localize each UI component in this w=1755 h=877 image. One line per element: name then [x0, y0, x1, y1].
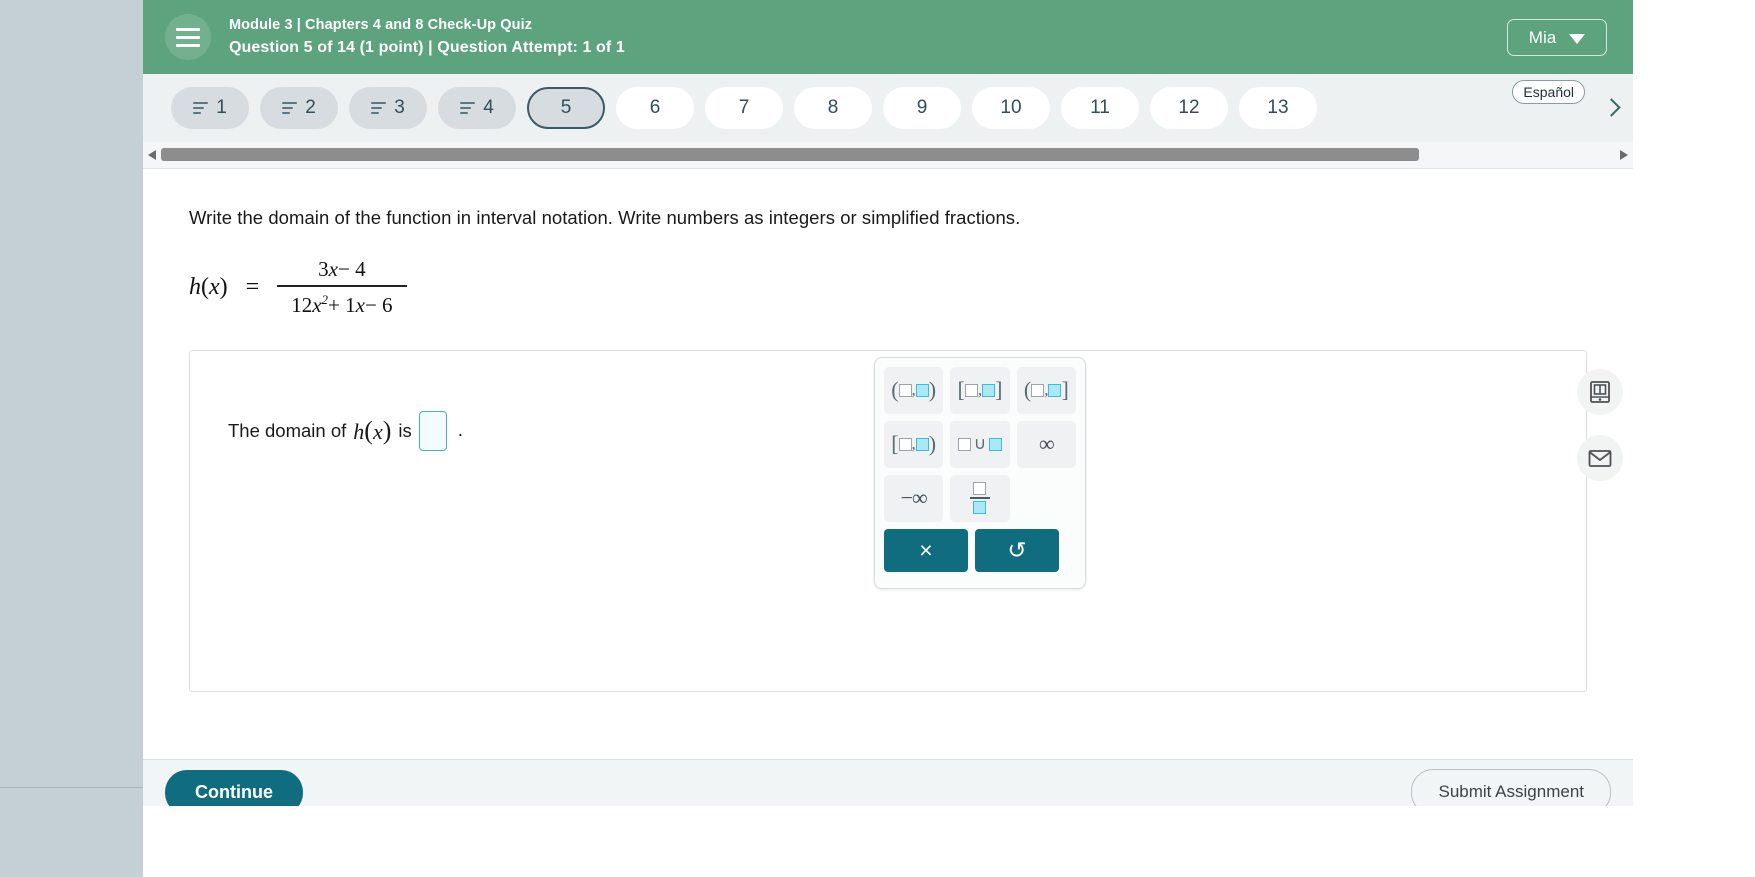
question-content: Write the domain of the function in inte… — [143, 169, 1633, 759]
question-tab-label: 1 — [216, 97, 227, 118]
answer-card: The domain of h(x) is . (,) [,] (,] [… — [189, 349, 1587, 692]
question-tab-9[interactable]: 9 — [883, 87, 961, 129]
espanol-toggle[interactable]: Español — [1512, 80, 1585, 104]
question-tab-10[interactable]: 10 — [972, 87, 1050, 129]
key-fraction[interactable] — [950, 474, 1010, 522]
fraction-denominator: 12x2+ 1x− 6 — [291, 291, 393, 317]
fraction: 3x− 4 12x2+ 1x− 6 — [277, 257, 407, 318]
key-negative-infinity[interactable]: −∞ — [884, 474, 944, 522]
answered-lines-icon — [282, 101, 298, 115]
header-titles: Module 3 | Chapters 4 and 8 Check-Up Qui… — [229, 16, 625, 58]
fraction-numerator: 3x− 4 — [318, 257, 366, 281]
hamburger-bar — [176, 35, 200, 39]
scrollbar-track[interactable] — [161, 142, 1615, 168]
question-tab-label: 3 — [394, 97, 405, 118]
page-root: Module 3 | Chapters 4 and 8 Check-Up Qui… — [0, 0, 1755, 877]
scrollbar-thumb[interactable] — [161, 148, 1419, 161]
question-tab-8[interactable]: 8 — [794, 87, 872, 129]
answer-statement: The domain of h(x) is . — [228, 410, 464, 451]
function-label: h(x) — [189, 273, 228, 300]
question-tab-13[interactable]: 13 — [1239, 87, 1317, 129]
user-name: Mia — [1528, 27, 1557, 47]
question-tab-4[interactable]: 4 — [438, 87, 516, 129]
keypad-action-row: × ↺ — [884, 528, 1076, 572]
browser-right-gutter — [1633, 0, 1755, 876]
answer-suffix: is — [398, 419, 412, 441]
key-open-open-interval[interactable]: (,) — [884, 366, 944, 414]
question-prompt: Write the domain of the function in inte… — [189, 207, 1021, 228]
equals-sign: = — [245, 273, 260, 300]
continue-button[interactable]: Continue — [165, 769, 303, 806]
math-keypad: (,) [,] (,] [,) ∪ ∞ −∞ × ↺ — [874, 356, 1086, 589]
triangle-right-icon[interactable] — [1615, 142, 1633, 168]
key-closed-open-interval[interactable]: [,) — [884, 420, 944, 468]
question-tab-label: 10 — [1000, 97, 1022, 118]
question-tab-2[interactable]: 2 — [260, 87, 338, 129]
question-tab-7[interactable]: 7 — [705, 87, 783, 129]
question-tab-label: 12 — [1178, 97, 1200, 118]
keypad-row: (,) [,] (,] — [884, 366, 1076, 414]
hamburger-icon[interactable] — [165, 14, 211, 60]
answered-lines-icon — [460, 101, 476, 115]
chevron-right-icon[interactable] — [1601, 98, 1621, 118]
question-tab-label: 13 — [1267, 97, 1289, 118]
question-tab-label: 5 — [560, 97, 572, 118]
browser-left-gutter — [0, 0, 143, 787]
question-tab-label: 2 — [305, 97, 316, 118]
inline-function: h(x) — [353, 415, 392, 445]
question-tab-label: 11 — [1090, 97, 1110, 118]
app-header: Module 3 | Chapters 4 and 8 Check-Up Qui… — [143, 0, 1633, 74]
question-tab-list[interactable]: 1 2 3 4 5 6 7 8 9 10 11 12 13 — [143, 74, 1633, 142]
question-tab-label: 4 — [483, 97, 494, 118]
horizontal-scrollbar[interactable] — [143, 142, 1633, 169]
chevron-down-icon — [1569, 33, 1586, 44]
book-reference-icon[interactable] — [1577, 369, 1623, 415]
action-footer: Continue Submit Assignment — [143, 759, 1633, 806]
hamburger-bar — [176, 43, 200, 47]
quiz-application: Module 3 | Chapters 4 and 8 Check-Up Qui… — [143, 0, 1633, 806]
question-tab-3[interactable]: 3 — [349, 87, 427, 129]
key-closed-closed-interval[interactable]: [,] — [950, 366, 1010, 414]
user-menu-button[interactable]: Mia — [1507, 19, 1607, 56]
hamburger-bar — [176, 27, 200, 31]
book-reference-glyph — [1590, 381, 1610, 403]
answer-period: . — [457, 419, 464, 441]
question-tab-11[interactable]: 11 — [1061, 87, 1139, 129]
keypad-row: −∞ — [884, 474, 1076, 522]
answer-input[interactable] — [418, 410, 447, 451]
question-tab-5[interactable]: 5 — [527, 87, 605, 129]
quiz-title: Module 3 | Chapters 4 and 8 Check-Up Qui… — [229, 16, 533, 33]
answered-lines-icon — [193, 101, 209, 115]
keypad-spacer — [1017, 475, 1076, 522]
triangle-left-icon[interactable] — [143, 142, 161, 168]
clear-button[interactable]: × — [884, 528, 968, 572]
envelope-icon[interactable] — [1577, 435, 1623, 481]
key-infinity[interactable]: ∞ — [1016, 420, 1076, 468]
question-tab-label: 8 — [827, 97, 839, 118]
key-open-closed-interval[interactable]: (,] — [1016, 366, 1076, 414]
question-tab-12[interactable]: 12 — [1150, 87, 1228, 129]
question-tab-6[interactable]: 6 — [616, 87, 694, 129]
undo-button[interactable]: ↺ — [975, 528, 1059, 572]
submit-assignment-button[interactable]: Submit Assignment — [1411, 769, 1611, 806]
question-tab-1[interactable]: 1 — [171, 87, 249, 129]
keypad-row: [,) ∪ ∞ — [884, 420, 1076, 468]
question-tab-label: 7 — [738, 97, 750, 118]
key-union[interactable]: ∪ — [950, 420, 1010, 468]
answered-lines-icon — [371, 101, 387, 115]
answer-prefix: The domain of — [228, 419, 347, 441]
question-tab-strip: 1 2 3 4 5 6 7 8 9 10 11 12 13 — [143, 74, 1633, 142]
browser-left-gutter-bottom — [0, 787, 143, 877]
question-tab-label: 6 — [649, 97, 661, 118]
question-tab-label: 9 — [916, 97, 928, 118]
utility-rail — [1577, 369, 1623, 481]
function-definition: h(x) = 3x− 4 12x2+ 1x− 6 — [189, 257, 1605, 318]
question-progress: Question 5 of 14 (1 point) | Question At… — [229, 38, 625, 56]
envelope-glyph — [1588, 449, 1612, 467]
